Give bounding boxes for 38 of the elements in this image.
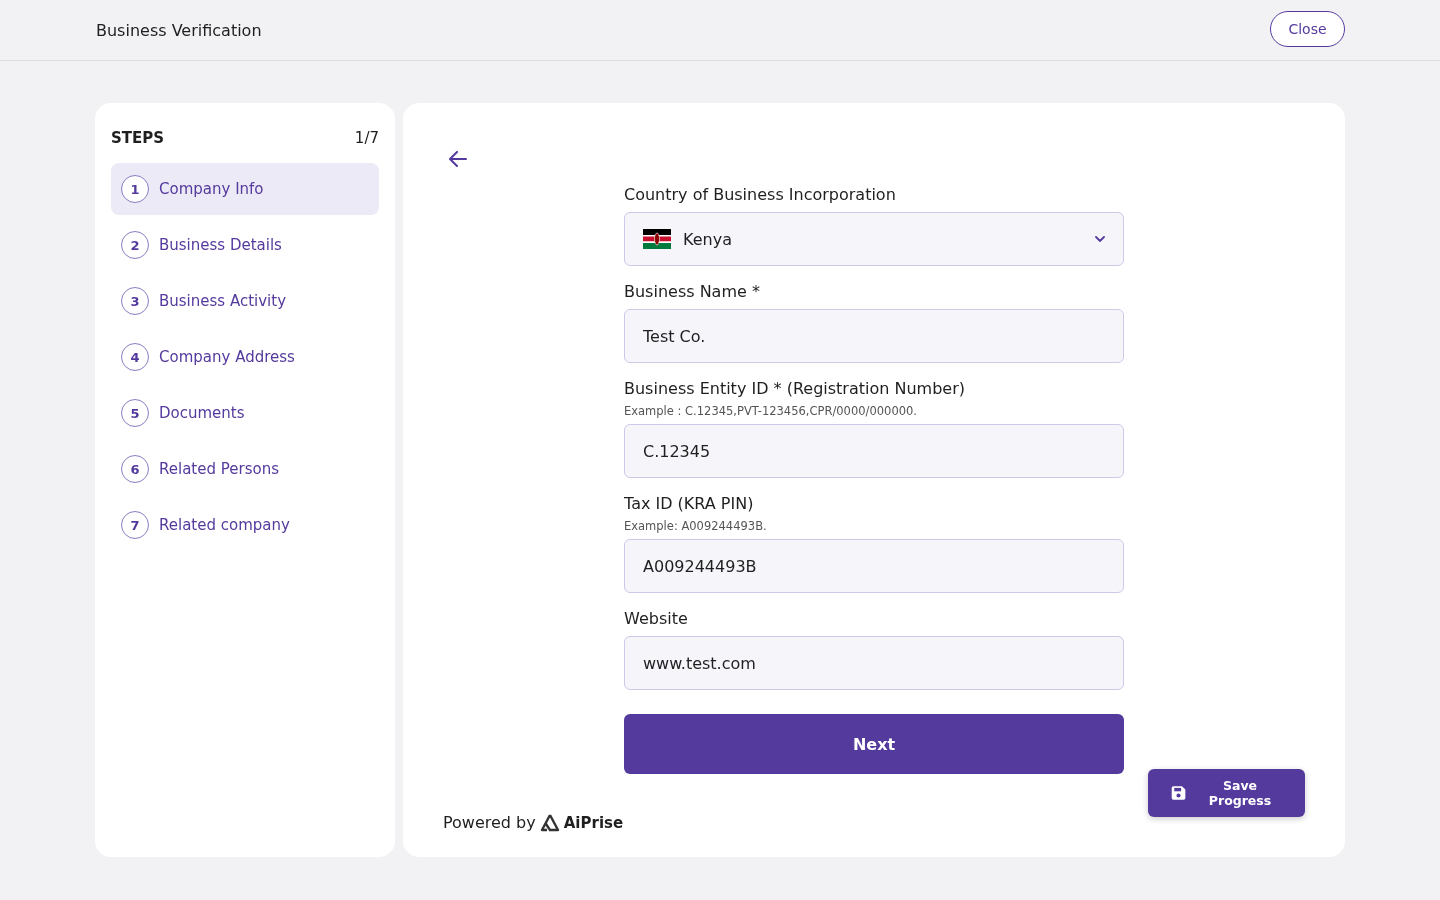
brand-name: AiPrise xyxy=(563,813,624,832)
page-title: Business Verification xyxy=(96,20,262,40)
field-label: Website xyxy=(624,609,689,629)
field-hint: Example: A009244493B. xyxy=(624,519,768,533)
country-select[interactable]: Kenya xyxy=(624,212,1124,266)
field-label: Country of Business Incorporation xyxy=(624,185,897,205)
step-item[interactable]: 5 Documents xyxy=(111,387,379,439)
field-label: Tax ID (KRA PIN) xyxy=(624,494,755,514)
steps-heading: STEPS xyxy=(111,129,165,147)
text-field[interactable]: C.12345 xyxy=(624,424,1124,478)
step-item[interactable]: 6 Related Persons xyxy=(111,443,379,495)
field-label: Business Entity ID * (Registration Number) xyxy=(624,379,966,399)
field-label: Business Name * xyxy=(624,282,761,302)
step-item[interactable]: 7 Related company xyxy=(111,499,379,551)
powered-by-text: Powered by xyxy=(443,813,536,832)
close-button[interactable]: Close xyxy=(1270,11,1345,47)
save-progress-button[interactable]: Save Progress xyxy=(1148,769,1305,817)
step-number-badge: 3 xyxy=(121,287,149,315)
step-number-badge: 7 xyxy=(121,511,149,539)
step-number-badge: 1 xyxy=(121,175,149,203)
text-field[interactable]: www.test.com xyxy=(624,636,1124,690)
flag-icon xyxy=(643,229,671,249)
step-counter: 1/7 xyxy=(354,129,379,147)
next-button[interactable]: Next xyxy=(624,714,1124,774)
step-number-badge: 5 xyxy=(121,399,149,427)
step-item[interactable]: 3 Business Activity xyxy=(111,275,379,327)
step-number-badge: 4 xyxy=(121,343,149,371)
step-item[interactable]: 2 Business Details xyxy=(111,219,379,271)
step-item[interactable]: 1 Company Info xyxy=(111,163,379,215)
chevron-down-icon xyxy=(1095,236,1105,242)
back-arrow-icon[interactable] xyxy=(449,151,467,167)
step-number-badge: 2 xyxy=(121,231,149,259)
step-number-badge: 6 xyxy=(121,455,149,483)
field-hint: Example : C.12345,PVT-123456,CPR/0000/000000. xyxy=(624,404,918,418)
text-field[interactable]: A009244493B xyxy=(624,539,1124,593)
text-field[interactable]: Test Co. xyxy=(624,309,1124,363)
step-item[interactable]: 4 Company Address xyxy=(111,331,379,383)
logo-icon xyxy=(539,813,560,832)
